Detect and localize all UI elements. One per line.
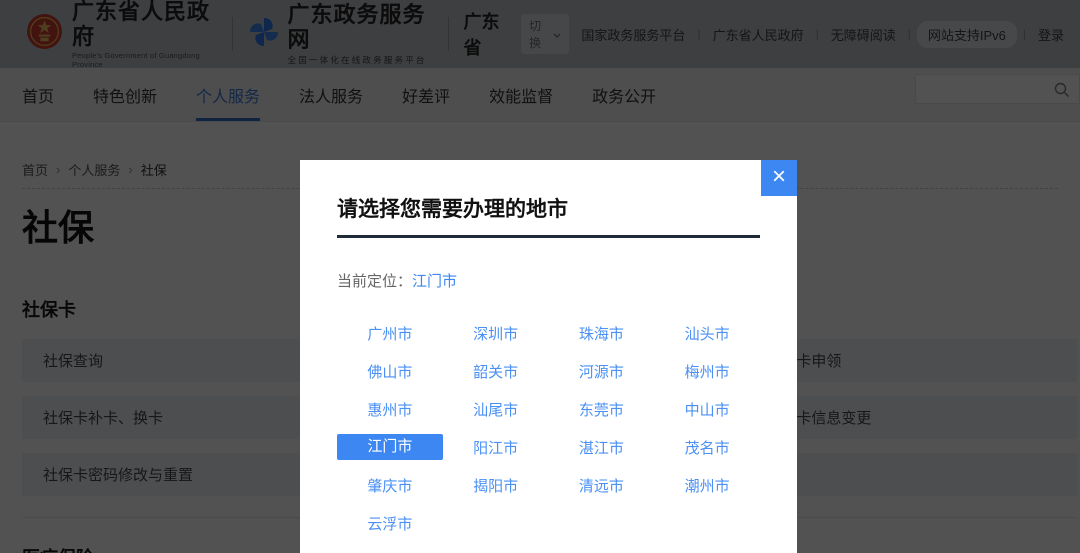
close-icon[interactable]: × <box>761 160 797 196</box>
city-option[interactable]: 河源市 <box>549 352 655 390</box>
city-option[interactable]: 肇庆市 <box>337 466 443 504</box>
city-option[interactable]: 潮州市 <box>654 466 760 504</box>
city-option[interactable]: 云浮市 <box>337 504 443 542</box>
city-option[interactable]: 珠海市 <box>549 314 655 352</box>
city-option[interactable]: 梅州市 <box>654 352 760 390</box>
city-option[interactable]: 深圳市 <box>443 314 549 352</box>
city-option[interactable]: 揭阳市 <box>443 466 549 504</box>
city-option[interactable]: 韶关市 <box>443 352 549 390</box>
city-select-modal: × 请选择您需要办理的地市 当前定位：江门市 广州市 深圳市 珠海市 汕头市 佛… <box>300 160 797 553</box>
city-option[interactable]: 中山市 <box>654 390 760 428</box>
city-option[interactable]: 湛江市 <box>549 428 655 466</box>
city-option[interactable]: 阳江市 <box>443 428 549 466</box>
city-option[interactable]: 惠州市 <box>337 390 443 428</box>
city-option[interactable]: 佛山市 <box>337 352 443 390</box>
city-option-selected[interactable]: 江门市 <box>337 428 443 466</box>
city-option[interactable]: 清远市 <box>549 466 655 504</box>
city-option[interactable]: 茂名市 <box>654 428 760 466</box>
current-location-city[interactable]: 江门市 <box>412 273 457 290</box>
current-location-label: 当前定位： <box>337 273 412 290</box>
city-option[interactable]: 汕头市 <box>654 314 760 352</box>
current-location-row: 当前定位：江门市 <box>337 272 760 292</box>
city-grid: 广州市 深圳市 珠海市 汕头市 佛山市 韶关市 河源市 梅州市 惠州市 汕尾市 … <box>337 314 760 542</box>
city-option[interactable]: 汕尾市 <box>443 390 549 428</box>
city-option[interactable]: 广州市 <box>337 314 443 352</box>
modal-title: 请选择您需要办理的地市 <box>337 196 760 224</box>
modal-title-underline <box>337 235 760 238</box>
city-option[interactable]: 东莞市 <box>549 390 655 428</box>
